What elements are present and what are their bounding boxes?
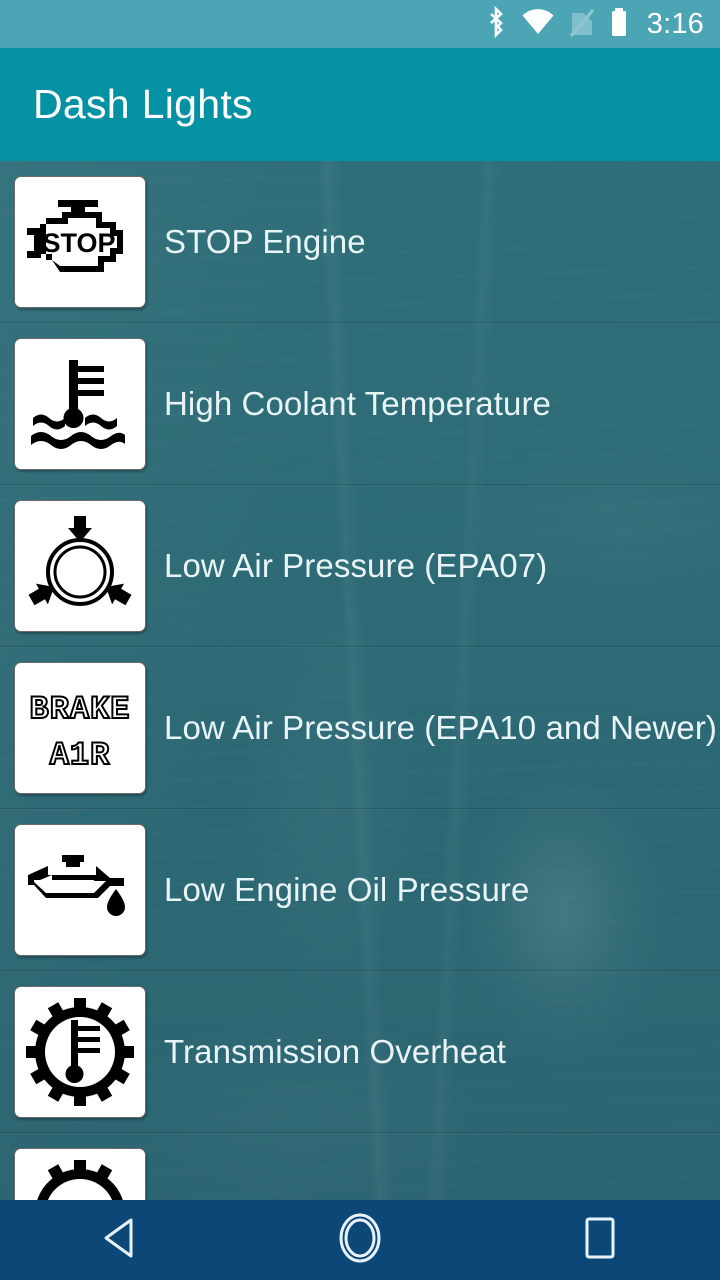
status-bar: 3:16 [0, 0, 720, 48]
svg-text:BRAKE: BRAKE [29, 691, 130, 728]
list-item[interactable]: Low Air Pressure (EPA07) [0, 485, 720, 647]
navigation-bar [0, 1200, 720, 1280]
circle-home-icon [337, 1212, 383, 1269]
list-item[interactable]: Low Engine Oil Pressure [0, 809, 720, 971]
svg-text:A1R: A1R [50, 737, 111, 774]
dash-lights-list[interactable]: STOP STOP Engine High Coolant Temperatur… [0, 161, 720, 1200]
list-item-label: High Coolant Temperature [164, 384, 552, 422]
recents-button[interactable] [540, 1200, 660, 1280]
stop-engine-icon: STOP [14, 175, 146, 308]
battery-icon [609, 6, 629, 43]
back-button[interactable] [60, 1200, 180, 1280]
svg-text:STOP: STOP [42, 228, 115, 258]
list-item[interactable]: High Coolant Temperature [0, 323, 720, 485]
page-title: Dash Lights [33, 81, 253, 127]
list-item[interactable]: Transmission Overheat [0, 971, 720, 1133]
list-item-label: STOP Engine [164, 222, 366, 260]
phone-screen: 3:16 Dash Lights STOP STOP Engine High C… [0, 0, 720, 1280]
list-item-label: Low Air Pressure (EPA10 and Newer) [164, 708, 718, 746]
coolant-temperature-icon [14, 337, 146, 470]
list-item[interactable]: STOP STOP Engine [0, 161, 720, 323]
low-air-pressure-epa07-icon [14, 499, 146, 632]
list-item[interactable]: BRAKE A1R Low Air Pressure (EPA10 and Ne… [0, 647, 720, 809]
home-button[interactable] [300, 1200, 420, 1280]
list-item-label: Low Air Pressure (EPA07) [164, 546, 548, 584]
no-sim-icon [569, 6, 595, 43]
triangle-back-icon [100, 1216, 140, 1265]
app-bar: Dash Lights [0, 48, 720, 161]
brake-air-text-icon: BRAKE A1R [14, 661, 146, 794]
partial-gear-icon [14, 1147, 146, 1200]
list-item-label: Low Engine Oil Pressure [164, 870, 530, 908]
oil-can-icon [14, 823, 146, 956]
list-item-label: Transmission Overheat [164, 1032, 506, 1070]
transmission-gear-temperature-icon [14, 985, 146, 1118]
square-recents-icon [582, 1215, 618, 1266]
wifi-icon [521, 7, 555, 42]
bluetooth-icon [485, 5, 507, 43]
list-item[interactable] [0, 1133, 720, 1200]
status-clock: 3:16 [646, 7, 704, 40]
